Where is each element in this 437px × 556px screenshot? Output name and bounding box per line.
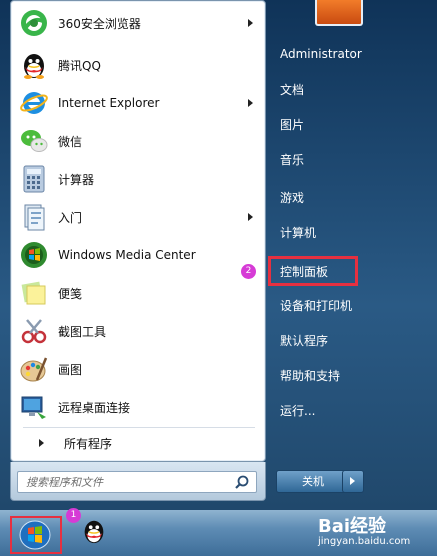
- devices-printers-link[interactable]: 设备和打印机: [274, 293, 424, 317]
- documents-link[interactable]: 文档: [274, 77, 424, 101]
- search-area: [10, 462, 266, 501]
- program-label: 便笺: [58, 286, 83, 301]
- places-pane: Administrator 文档 图片 音乐 游戏 计算机 控制面板 设备和打印…: [268, 0, 437, 510]
- link-label: 默认程序: [280, 333, 329, 348]
- program-item-media-center[interactable]: Windows Media Center: [15, 237, 261, 273]
- program-item-wechat[interactable]: 微信: [15, 123, 261, 159]
- program-label: 腾讯QQ: [58, 58, 101, 73]
- search-box: [17, 471, 257, 493]
- qq-taskbar-icon[interactable]: [80, 516, 108, 546]
- 360-browser-icon: [19, 8, 49, 38]
- arrow-right-icon: [350, 477, 355, 485]
- user-name-link[interactable]: Administrator: [274, 42, 424, 66]
- all-programs-button[interactable]: 所有程序: [15, 431, 261, 455]
- step-badge-1: 1: [66, 508, 81, 523]
- program-label: 画图: [58, 362, 83, 377]
- music-link[interactable]: 音乐: [274, 147, 424, 171]
- all-programs-label: 所有程序: [64, 436, 113, 451]
- link-label: 文档: [280, 82, 305, 97]
- program-label: 计算器: [58, 172, 95, 187]
- shutdown-options-button[interactable]: [342, 470, 364, 493]
- programs-pane: 360安全浏览器 腾讯QQ Internet Explorer 微信 计算器 入…: [10, 0, 266, 462]
- program-label: 截图工具: [58, 324, 107, 339]
- program-label: Internet Explorer: [58, 96, 160, 110]
- all-programs-divider: [23, 427, 255, 428]
- program-item-calculator[interactable]: 计算器: [15, 161, 261, 197]
- control-panel-highlight: [268, 256, 358, 286]
- remote-desktop-icon: [19, 392, 49, 422]
- default-programs-link[interactable]: 默认程序: [274, 328, 424, 352]
- paint-icon: [19, 354, 49, 384]
- program-item-sticky-notes[interactable]: 便笺: [15, 275, 261, 311]
- expand-arrow-icon: [39, 439, 44, 447]
- program-item-paint[interactable]: 画图: [15, 351, 261, 387]
- program-item-360-browser[interactable]: 360安全浏览器: [15, 5, 261, 41]
- help-support-link[interactable]: 帮助和支持: [274, 363, 424, 387]
- computer-link[interactable]: 计算机: [274, 220, 424, 244]
- watermark-url: jingyan.baidu.com: [318, 536, 411, 547]
- run-link[interactable]: 运行...: [274, 398, 424, 422]
- watermark: Bai经验 jingyan.baidu.com: [318, 510, 433, 552]
- program-item-remote-desktop[interactable]: 远程桌面连接: [15, 389, 261, 425]
- snipping-tool-icon: [19, 316, 49, 346]
- program-label: 微信: [58, 134, 83, 149]
- calculator-icon: [19, 164, 49, 194]
- program-label: 360安全浏览器: [58, 16, 141, 31]
- program-label: 入门: [58, 210, 83, 225]
- shutdown-button[interactable]: 关机: [276, 470, 350, 493]
- qq-icon: [19, 50, 49, 80]
- pictures-link[interactable]: 图片: [274, 112, 424, 136]
- search-icon[interactable]: [234, 474, 250, 490]
- submenu-arrow-icon[interactable]: [248, 19, 253, 27]
- wechat-icon: [19, 126, 49, 156]
- start-menu-screen: 360安全浏览器 腾讯QQ Internet Explorer 微信 计算器 入…: [0, 0, 437, 556]
- program-item-internet-explorer[interactable]: Internet Explorer: [15, 85, 261, 121]
- program-label: Windows Media Center: [58, 248, 196, 262]
- program-item-snipping-tool[interactable]: 截图工具: [15, 313, 261, 349]
- link-label: 游戏: [280, 190, 305, 205]
- link-label: 设备和打印机: [280, 298, 353, 313]
- link-label: 运行...: [280, 403, 316, 418]
- sticky-notes-icon: [19, 278, 49, 308]
- link-label: 音乐: [280, 152, 305, 167]
- link-label: 帮助和支持: [280, 368, 341, 383]
- program-label: 远程桌面连接: [58, 400, 131, 415]
- user-picture[interactable]: [315, 0, 363, 26]
- submenu-arrow-icon[interactable]: [248, 213, 253, 221]
- link-label: 计算机: [280, 225, 317, 240]
- internet-explorer-icon: [19, 88, 49, 118]
- watermark-title: Bai经验: [318, 516, 387, 537]
- submenu-arrow-icon[interactable]: [248, 99, 253, 107]
- link-label: 图片: [280, 117, 305, 132]
- program-item-getting-started[interactable]: 入门: [15, 199, 261, 235]
- program-item-qq[interactable]: 腾讯QQ: [15, 47, 261, 83]
- start-button-highlight: [10, 516, 62, 554]
- link-label: Administrator: [280, 47, 362, 61]
- getting-started-icon: [19, 202, 49, 232]
- step-badge-2: 2: [241, 264, 256, 279]
- search-input[interactable]: [24, 474, 228, 490]
- games-link[interactable]: 游戏: [274, 185, 424, 209]
- media-center-icon: [19, 240, 49, 270]
